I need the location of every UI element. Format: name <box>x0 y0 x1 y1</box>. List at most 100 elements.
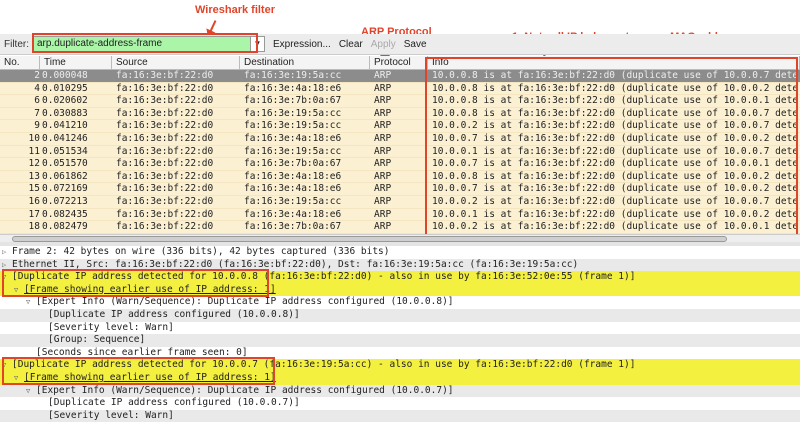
column-destination[interactable]: Destination <box>240 56 370 69</box>
packet-cell-time: 0.010295 <box>42 82 88 94</box>
packet-cell-protocol: ARP <box>374 70 392 81</box>
column-time[interactable]: Time <box>40 56 112 69</box>
packet-cell-destination: fa:16:3e:4a:18:e6 <box>244 132 342 144</box>
filter-label: Filter: <box>4 38 29 50</box>
packet-cell-no: 12 <box>28 158 40 170</box>
packet-cell-time: 0.061862 <box>42 170 88 182</box>
packet-cell-source: fa:16:3e:bf:22:d0 <box>116 145 214 157</box>
packet-cell-source: fa:16:3e:bf:22:d0 <box>116 183 214 195</box>
packet-cell-destination: fa:16:3e:4a:18:e6 <box>244 183 342 195</box>
detail-text: [Severity level: Warn] <box>48 409 174 421</box>
apply-button[interactable]: Apply <box>371 39 396 50</box>
packet-cell-destination: fa:16:3e:4a:18:e6 <box>244 82 342 94</box>
packet-cell-protocol: ARP <box>374 132 392 144</box>
packet-cell-time: 0.041210 <box>42 120 88 132</box>
packet-cell-destination: fa:16:3e:4a:18:e6 <box>244 170 342 182</box>
packet-cell-source: fa:16:3e:bf:22:d0 <box>116 82 214 94</box>
packet-cell-destination: fa:16:3e:19:5a:cc <box>244 145 342 157</box>
packet-cell-time: 0.041246 <box>42 132 88 144</box>
packet-cell-protocol: ARP <box>374 170 392 182</box>
detail-text: Ethernet II, Src: fa:16:3e:bf:22:d0 (fa:… <box>12 258 579 270</box>
packet-cell-protocol: ARP <box>374 158 392 170</box>
horizontal-scrollbar[interactable] <box>0 234 800 242</box>
packet-cell-protocol: ARP <box>374 95 392 107</box>
packet-cell-no: 11 <box>28 145 40 157</box>
detail-tree-item[interactable]: [Duplicate IP address configured (10.0.0… <box>0 308 800 322</box>
expanded-triangle-icon[interactable]: ▽ <box>26 385 36 398</box>
info-highlight-box <box>425 57 798 238</box>
packet-cell-destination: fa:16:3e:19:5a:cc <box>244 70 342 81</box>
packet-cell-time: 0.020602 <box>42 95 88 107</box>
detail-text: [Duplicate IP address configured (10.0.0… <box>48 397 300 409</box>
detail-tree-item[interactable]: ▷ Frame 2: 42 bytes on wire (336 bits), 4… <box>0 246 800 259</box>
packet-cell-time: 0.082435 <box>42 208 88 220</box>
packet-cell-source: fa:16:3e:bf:22:d0 <box>116 107 214 119</box>
packet-cell-destination: fa:16:3e:7b:0a:67 <box>244 95 342 107</box>
annotation-filter-arrow <box>209 20 217 32</box>
save-button[interactable]: Save <box>404 39 427 50</box>
packet-cell-time: 0.051570 <box>42 158 88 170</box>
column-no[interactable]: No. <box>0 56 40 69</box>
packet-cell-protocol: ARP <box>374 208 392 220</box>
packet-cell-no: 10 <box>28 132 40 144</box>
packet-cell-protocol: ARP <box>374 145 392 157</box>
detail-text: [Expert Info (Warn/Sequence): Duplicate … <box>36 384 454 396</box>
packet-cell-no: 16 <box>28 195 40 207</box>
dup-highlight-box-2 <box>2 357 275 385</box>
packet-cell-protocol: ARP <box>374 195 392 207</box>
packet-cell-time: 0.072169 <box>42 183 88 195</box>
packet-cell-protocol: ARP <box>374 183 392 195</box>
column-source[interactable]: Source <box>112 56 240 69</box>
packet-cell-no: 9 <box>34 120 40 132</box>
detail-tree-item[interactable]: [Severity level: Warn] <box>0 409 800 423</box>
expanded-triangle-icon[interactable]: ▽ <box>26 296 36 309</box>
packet-cell-destination: fa:16:3e:19:5a:cc <box>244 107 342 119</box>
clear-button[interactable]: Clear <box>339 39 363 50</box>
packet-cell-source: fa:16:3e:bf:22:d0 <box>116 158 214 170</box>
packet-cell-destination: fa:16:3e:19:5a:cc <box>244 195 342 207</box>
packet-cell-protocol: ARP <box>374 107 392 119</box>
detail-tree-item[interactable]: ▽ [Expert Info (Warn/Sequence): Duplicate… <box>0 296 800 309</box>
dup-highlight-box-1 <box>2 269 269 297</box>
packet-cell-source: fa:16:3e:bf:22:d0 <box>116 170 214 182</box>
detail-tree-item[interactable]: [Severity level: Warn] <box>0 321 800 335</box>
packet-cell-time: 0.072213 <box>42 195 88 207</box>
packet-cell-protocol: ARP <box>374 120 392 132</box>
annotation-filter: Wireshark filter <box>195 4 275 16</box>
packet-cell-no: 7 <box>34 107 40 119</box>
detail-text: [Expert Info (Warn/Sequence): Duplicate … <box>36 296 454 308</box>
packet-cell-protocol: ARP <box>374 82 392 94</box>
packet-cell-source: fa:16:3e:bf:22:d0 <box>116 70 214 81</box>
column-protocol[interactable]: Protocol <box>370 56 428 69</box>
packet-cell-destination: fa:16:3e:7b:0a:67 <box>244 158 342 170</box>
detail-text: [Duplicate IP address configured (10.0.0… <box>48 308 300 320</box>
packet-cell-source: fa:16:3e:bf:22:d0 <box>116 120 214 132</box>
packet-cell-time: 0.030883 <box>42 107 88 119</box>
packet-cell-source: fa:16:3e:bf:22:d0 <box>116 221 214 233</box>
detail-tree-item[interactable]: ▽ [Expert Info (Warn/Sequence): Duplicate… <box>0 384 800 398</box>
collapsed-triangle-icon[interactable]: ▷ <box>2 246 12 259</box>
packet-cell-no: 13 <box>28 170 40 182</box>
packet-cell-time: 0.082479 <box>42 221 88 233</box>
packet-cell-source: fa:16:3e:bf:22:d0 <box>116 132 214 144</box>
detail-tree-item[interactable]: [Duplicate IP address configured (10.0.0… <box>0 397 800 410</box>
packet-cell-destination: fa:16:3e:7b:0a:67 <box>244 221 342 233</box>
detail-text: Frame 2: 42 bytes on wire (336 bits), 42… <box>12 246 390 257</box>
packet-cell-source: fa:16:3e:bf:22:d0 <box>116 208 214 220</box>
packet-cell-destination: fa:16:3e:19:5a:cc <box>244 120 342 132</box>
packet-cell-no: 6 <box>34 95 40 107</box>
packet-cell-no: 15 <box>28 183 40 195</box>
detail-text: [Group: Sequence] <box>48 334 146 346</box>
packet-cell-no: 18 <box>28 221 40 233</box>
packet-cell-time: 0.000048 <box>42 70 88 81</box>
packet-cell-protocol: ARP <box>374 221 392 233</box>
packet-cell-no: 17 <box>28 208 40 220</box>
packet-cell-no: 4 <box>34 82 40 94</box>
packet-cell-time: 0.051534 <box>42 145 88 157</box>
packet-cell-destination: fa:16:3e:4a:18:e6 <box>244 208 342 220</box>
detail-text: [Severity level: Warn] <box>48 321 174 333</box>
packet-cell-source: fa:16:3e:bf:22:d0 <box>116 95 214 107</box>
expression-button[interactable]: Expression... <box>273 39 331 50</box>
detail-tree-item[interactable]: [Group: Sequence] <box>0 334 800 347</box>
packet-cell-no: 2 <box>34 70 40 81</box>
